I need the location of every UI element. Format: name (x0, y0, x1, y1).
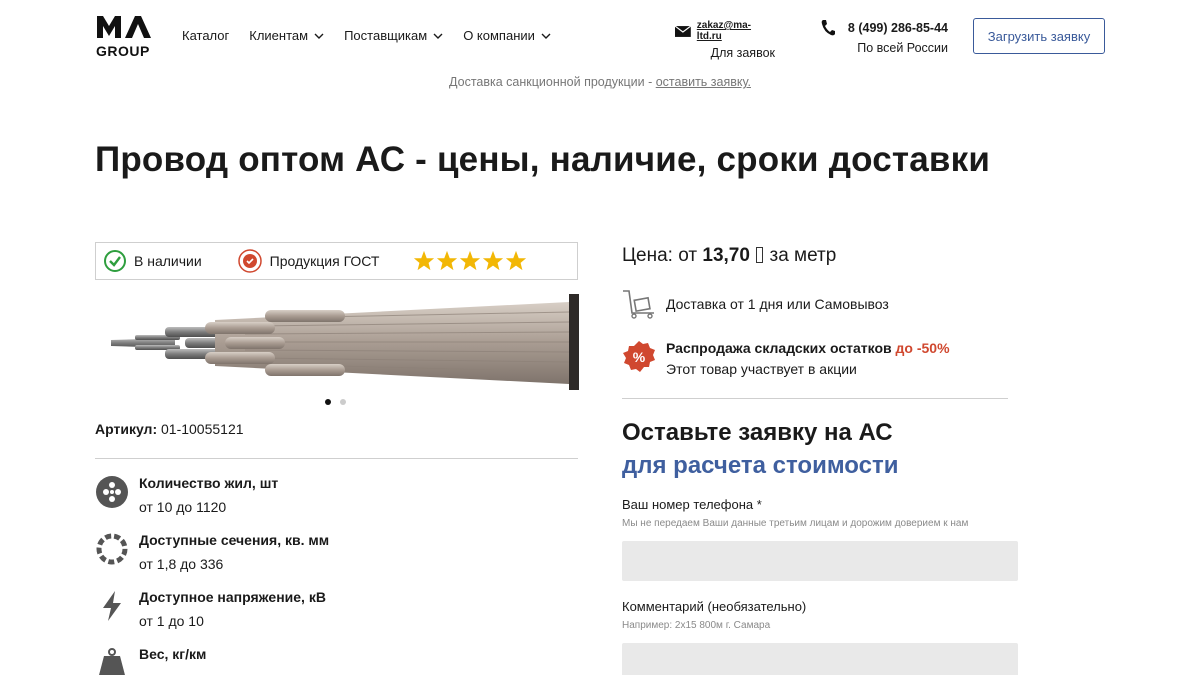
rating-stars (413, 250, 527, 272)
spec-cores: Количество жил, шт от 10 до 1120 (95, 475, 278, 515)
mail-icon (675, 25, 691, 37)
svg-text:GROUP: GROUP (96, 43, 150, 58)
comment-field-label: Комментарий (необязательно) (622, 599, 807, 614)
in-stock-badge: В наличии (104, 250, 202, 272)
check-circle-icon (104, 250, 126, 272)
nav-about-label: О компании (463, 28, 535, 43)
divider (95, 458, 578, 459)
gost-badge: Продукция ГОСТ (237, 249, 380, 273)
nav-catalog[interactable]: Каталог (182, 28, 229, 43)
chevron-down-icon (433, 33, 443, 39)
delivery-cart-icon (623, 290, 654, 319)
phone-contact: 8 (499) 286-85-44 По всей России (820, 19, 948, 55)
email-link[interactable]: zakaz@ma-ltd.ru (697, 20, 775, 42)
section-icon (96, 533, 128, 565)
star-icon (506, 250, 527, 271)
main-nav: Каталог Клиентам Поставщикам О компании (182, 28, 551, 43)
star-icon (460, 250, 481, 271)
price-suffix: за метр (764, 245, 837, 266)
phone-sub: По всей России (857, 41, 948, 55)
product-badges: В наличии Продукция ГОСТ (95, 242, 578, 280)
price-prefix: Цена: от (622, 245, 703, 266)
star-icon (483, 250, 504, 271)
carousel-dot-1[interactable] (325, 399, 331, 405)
email-sub: Для заявок (710, 46, 775, 60)
article-label: Артикул: (95, 421, 158, 437)
in-stock-label: В наличии (134, 253, 202, 269)
phone-input[interactable] (622, 541, 1018, 581)
upload-request-button[interactable]: Загрузить заявку (973, 18, 1105, 54)
spec-voltage: Доступное напряжение, кВ от 1 до 10 (95, 589, 326, 629)
phone-icon (821, 20, 835, 36)
sale-discount: до -50% (895, 340, 950, 356)
sale-info: % Распродажа складских остатков до -50% … (622, 340, 950, 377)
star-icon (414, 250, 435, 271)
sale-subtitle: Этот товар участвует в акции (666, 361, 857, 377)
phone-field-label: Ваш номер телефона * (622, 497, 762, 512)
weight-icon (99, 648, 125, 675)
gost-label: Продукция ГОСТ (269, 253, 380, 269)
form-subtitle: для расчета стоимости (622, 452, 899, 479)
article-value: 01-10055121 (161, 421, 244, 437)
form-title: Оставьте заявку на АС (622, 419, 893, 446)
email-contact: zakaz@ma-ltd.ru Для заявок (675, 20, 775, 60)
product-cable-image[interactable] (95, 292, 579, 392)
cores-icon (96, 476, 128, 508)
spec-name: Вес, кг/км (139, 646, 207, 662)
carousel-dot-2[interactable] (340, 399, 346, 405)
page-title: Провод оптом АС - цены, наличие, сроки д… (95, 140, 991, 179)
star-icon (437, 250, 458, 271)
article-line: Артикул: 01-10055121 (95, 421, 244, 437)
carousel-dots (325, 399, 346, 405)
phone-number[interactable]: 8 (499) 286-85-44 (848, 21, 948, 35)
chevron-down-icon (541, 33, 551, 39)
spec-name: Количество жил, шт (139, 475, 279, 491)
sanction-banner: Доставка санкционной продукции - оставит… (0, 75, 1200, 89)
ma-group-logo[interactable]: GROUP (95, 14, 157, 58)
spec-name: Доступные сечения, кв. мм (139, 532, 330, 548)
banner-text: Доставка санкционной продукции - (449, 75, 656, 89)
banner-link[interactable]: оставить заявку. (656, 75, 751, 89)
currency-glyph (756, 247, 764, 263)
price-line: Цена: от 13,70 за метр (622, 245, 836, 267)
nav-suppliers-label: Поставщикам (344, 28, 428, 43)
sale-title: Распродажа складских остатков (666, 340, 892, 356)
delivery-text: Доставка от 1 дня или Самовывоз (666, 296, 889, 312)
price-value: 13,70 (702, 245, 750, 266)
spec-weight: Вес, кг/км (95, 646, 206, 675)
voltage-icon (103, 591, 121, 621)
nav-suppliers[interactable]: Поставщикам (344, 28, 443, 43)
chevron-down-icon (314, 33, 324, 39)
spec-name: Доступное напряжение, кВ (139, 589, 326, 605)
spec-value: от 10 до 1120 (139, 499, 227, 515)
comment-field-hint: Например: 2x15 800м г. Самара (622, 620, 771, 631)
spec-value: от 1 до 10 (139, 613, 204, 629)
spec-sections: Доступные сечения, кв. мм от 1,8 до 336 (95, 532, 329, 572)
comment-input[interactable] (622, 643, 1018, 675)
nav-clients[interactable]: Клиентам (249, 28, 324, 43)
nav-catalog-label: Каталог (182, 28, 230, 43)
spec-value: от 1,8 до 336 (139, 556, 224, 572)
gost-seal-icon (237, 249, 262, 273)
svg-text:%: % (633, 349, 646, 365)
nav-about[interactable]: О компании (463, 28, 551, 43)
delivery-info: Доставка от 1 дня или Самовывоз (622, 289, 889, 319)
divider (622, 398, 1008, 399)
nav-clients-label: Клиентам (249, 28, 309, 43)
phone-field-hint: Мы не передаем Ваши данные третьим лицам… (622, 518, 969, 529)
discount-badge-icon: % (623, 341, 655, 372)
